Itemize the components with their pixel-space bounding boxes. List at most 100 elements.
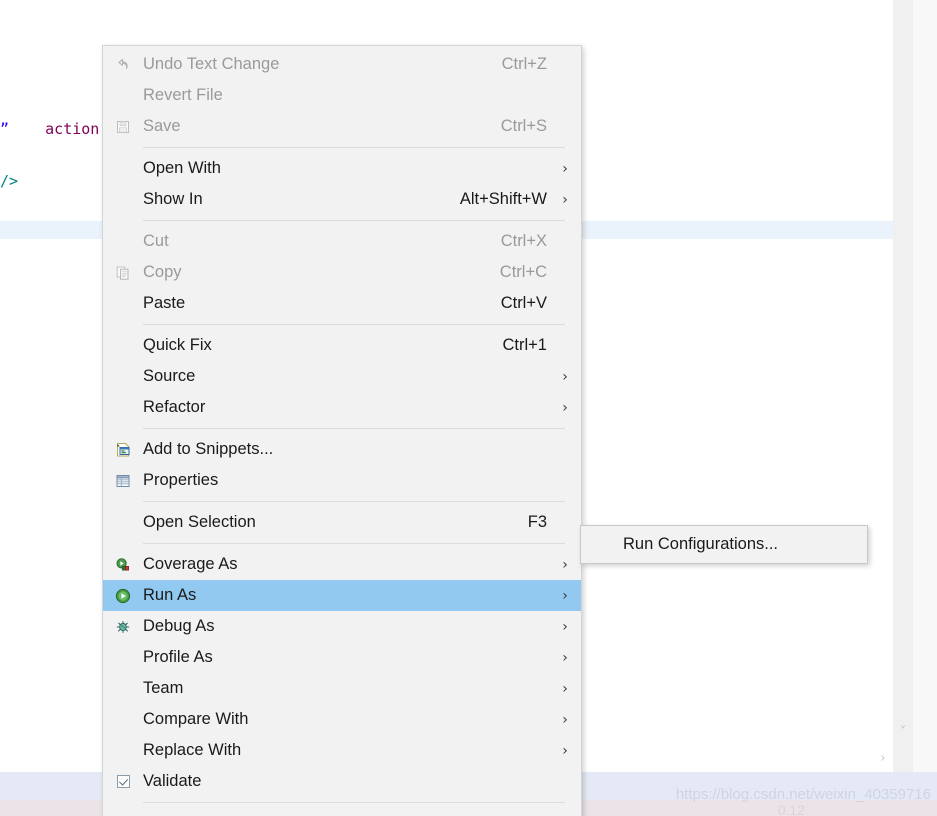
menu-item-icon-slot — [103, 434, 143, 465]
menu-item-icon-slot — [103, 507, 143, 538]
menu-item-label: Preferences... — [143, 808, 547, 816]
menu-item-shortcut: Ctrl+1 — [502, 336, 547, 354]
menu-item-icon-slot — [103, 735, 143, 766]
menu-item-team[interactable]: Team › — [103, 673, 581, 704]
menu-item-label: Copy — [143, 263, 182, 281]
no-icon — [115, 338, 131, 354]
menu-item-label: Properties — [143, 471, 219, 489]
menu-item-properties[interactable]: Properties › — [103, 465, 581, 496]
menu-item-icon-slot — [103, 111, 143, 142]
menu-separator — [143, 428, 565, 429]
snippets-icon — [115, 442, 131, 458]
no-icon — [115, 88, 131, 104]
context-menu[interactable]: Undo Text Change Ctrl+Z › Revert File › Save C… — [102, 45, 582, 816]
menu-item-label: Show In — [143, 190, 203, 208]
no-icon — [115, 161, 131, 177]
no-icon — [115, 192, 131, 208]
scroll-right-arrow-icon[interactable]: › — [873, 748, 893, 768]
menu-item-refactor[interactable]: Refactor › — [103, 392, 581, 423]
menu-item-shortcut: Ctrl+S — [500, 117, 547, 135]
menu-item-arrow-spacer: › — [555, 296, 581, 312]
menu-item-paste[interactable]: Paste Ctrl+V › — [103, 288, 581, 319]
menu-item-icon-slot — [103, 153, 143, 184]
menu-item-label: Compare With — [143, 710, 249, 728]
menu-item-label: Run Configurations... — [623, 535, 779, 553]
submenu-chevron-icon: › — [562, 711, 568, 728]
menu-item-icon-slot — [103, 392, 143, 423]
submenu-item-run-configurations[interactable]: Run Configurations... › — [581, 529, 867, 560]
menu-item-quick-fix[interactable]: Quick Fix Ctrl+1 › — [103, 330, 581, 361]
menu-item-label: Save — [143, 117, 181, 135]
menu-item-label: Validate — [143, 772, 202, 790]
menu-separator — [143, 220, 565, 221]
no-icon — [115, 369, 131, 385]
vertical-scrollbar-track[interactable] — [893, 0, 913, 772]
copy-icon — [115, 265, 131, 281]
menu-item-add-to-snippets[interactable]: Add to Snippets... › — [103, 434, 581, 465]
menu-item-icon-slot — [103, 80, 143, 111]
menu-item-icon-slot — [103, 673, 143, 704]
undo-icon — [115, 57, 131, 73]
no-icon — [115, 743, 131, 759]
menu-item-open-selection[interactable]: Open Selection F3 › — [103, 507, 581, 538]
watermark-url: https://blog.csdn.net/weixin_40359716 — [675, 786, 931, 803]
menu-item-label: Coverage As — [143, 555, 238, 573]
menu-item-icon-slot — [103, 580, 143, 611]
menu-item-show-in[interactable]: Show In Alt+Shift+W › — [103, 184, 581, 215]
menu-item-source[interactable]: Source › — [103, 361, 581, 392]
menu-item-label: Profile As — [143, 648, 213, 666]
menu-item-icon-slot — [103, 226, 143, 257]
menu-item-profile-as[interactable]: Profile As › — [103, 642, 581, 673]
menu-item-label: Replace With — [143, 741, 242, 759]
no-icon — [115, 296, 131, 312]
menu-item-arrow-spacer: › — [555, 473, 581, 489]
debug-icon — [115, 619, 131, 635]
menu-item-label: Source — [143, 367, 196, 385]
menu-item-icon-slot — [103, 361, 143, 392]
menu-item-label: Paste — [143, 294, 186, 312]
menu-item-label: Debug As — [143, 617, 215, 635]
scroll-down-arrow-icon[interactable]: ˅ — [893, 722, 913, 742]
menu-separator — [143, 802, 565, 803]
menu-item-label: Revert File — [143, 86, 223, 104]
watermark-sub: 0.12 — [777, 802, 805, 816]
no-icon — [115, 515, 131, 531]
menu-item-shortcut: Ctrl+Z — [501, 55, 547, 73]
menu-item-open-with[interactable]: Open With › — [103, 153, 581, 184]
menu-item-arrow-spacer: › — [555, 57, 581, 73]
submenu-chevron-icon: › — [562, 191, 568, 208]
menu-item-label: Quick Fix — [143, 336, 212, 354]
menu-item-label: Run As — [143, 586, 197, 604]
menu-item-label: Undo Text Change — [143, 55, 280, 73]
vertical-scrollbar-outer-track[interactable] — [913, 0, 937, 772]
menu-item-debug-as[interactable]: Debug As › — [103, 611, 581, 642]
menu-item-run-as[interactable]: Run As › — [103, 580, 581, 611]
menu-item-label: Add to Snippets... — [143, 440, 274, 458]
menu-item-icon-slot — [103, 184, 143, 215]
run-as-submenu[interactable]: Run Configurations... › — [580, 525, 868, 564]
menu-item-coverage-as[interactable]: Coverage As › — [103, 549, 581, 580]
menu-item-label: Refactor — [143, 398, 206, 416]
menu-item-icon-slot — [103, 49, 143, 80]
no-icon — [115, 681, 131, 697]
menu-item-replace-with[interactable]: Replace With › — [103, 735, 581, 766]
menu-item-save: Save Ctrl+S › — [103, 111, 581, 142]
menu-item-icon-slot — [581, 529, 621, 560]
menu-item-icon-slot — [103, 808, 143, 816]
screen-root: ” action /> ˅ › https://blog.csdn.net/we… — [0, 0, 937, 816]
menu-item-validate[interactable]: Validate › — [103, 766, 581, 797]
menu-item-arrow-spacer: › — [555, 442, 581, 458]
menu-item-label: Team — [143, 679, 184, 697]
checkbox-checked-icon — [116, 775, 130, 788]
menu-item-preferences[interactable]: Preferences...› — [103, 808, 581, 816]
no-icon — [593, 537, 609, 553]
menu-item-label: Open Selection — [143, 513, 256, 531]
menu-item-shortcut: Ctrl+X — [500, 232, 547, 250]
menu-item-arrow-spacer: › — [555, 515, 581, 531]
menu-item-compare-with[interactable]: Compare With › — [103, 704, 581, 735]
submenu-chevron-icon: › — [562, 399, 568, 416]
menu-separator — [143, 147, 565, 148]
menu-item-arrow-spacer: › — [555, 338, 581, 354]
menu-item-icon-slot — [103, 642, 143, 673]
menu-separator — [143, 543, 565, 544]
